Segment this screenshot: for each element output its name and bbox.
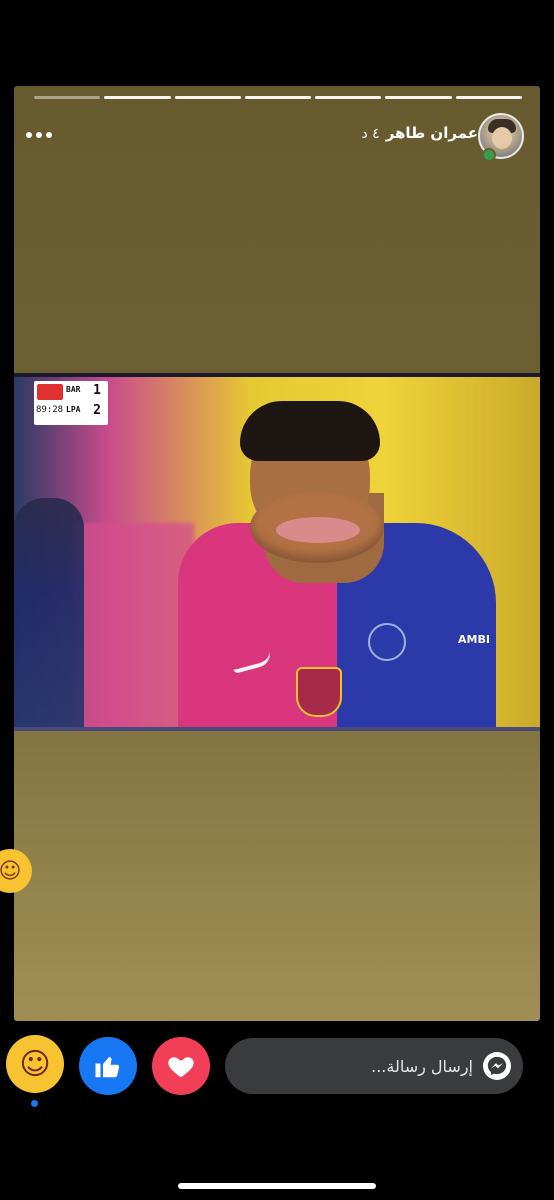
selected-indicator [31, 1100, 38, 1107]
player-lips [276, 517, 360, 543]
story-reply-bar: ☺ إرسال رسالة... [0, 1030, 554, 1110]
sponsor-text: AMBI [458, 633, 490, 646]
like-reaction-button[interactable] [79, 1037, 137, 1095]
progress-segment [385, 96, 452, 99]
team2-score: 2 [93, 403, 101, 418]
story-header: عمران طاهر ٤ د [14, 108, 540, 164]
player-hair [240, 401, 380, 461]
more-options-icon[interactable] [26, 128, 56, 142]
story-image: BAR LPA 89:28 1 2 AMBI [14, 373, 540, 731]
league-logo-icon [37, 384, 63, 400]
club-crest-icon [296, 667, 342, 717]
progress-segment [244, 96, 312, 99]
team2-label: LPA [66, 405, 81, 414]
home-indicator[interactable] [178, 1183, 376, 1189]
story-viewer[interactable]: عمران طاهر ٤ د BAR LPA 89:28 1 2 AMBI [14, 86, 540, 1021]
progress-segment [34, 96, 101, 99]
story-author[interactable]: عمران طاهر ٤ د [361, 124, 478, 142]
story-progress-bar [34, 96, 522, 99]
online-status-icon [482, 148, 496, 162]
anniversary-crest-icon [368, 623, 406, 661]
haha-reaction-button[interactable]: ☺ [6, 1035, 64, 1093]
haha-emoji-icon: ☺ [19, 1046, 51, 1082]
match-scoreboard: BAR LPA 89:28 1 2 [34, 381, 108, 425]
progress-segment [104, 96, 171, 99]
post-time: ٤ د [361, 126, 380, 142]
progress-segment [455, 96, 522, 99]
messenger-icon [483, 1052, 511, 1080]
team1-score: 1 [93, 383, 101, 398]
thumbs-up-icon [95, 1057, 120, 1078]
message-placeholder: إرسال رسالة... [371, 1056, 473, 1076]
team1-label: BAR [66, 385, 81, 394]
love-reaction-button[interactable] [152, 1037, 210, 1095]
match-clock: 89:28 [36, 405, 64, 415]
progress-segment [315, 96, 382, 99]
author-name[interactable]: عمران طاهر [386, 124, 478, 142]
heart-icon [168, 1057, 194, 1078]
progress-segment [174, 96, 241, 99]
message-input[interactable]: إرسال رسالة... [225, 1038, 523, 1094]
